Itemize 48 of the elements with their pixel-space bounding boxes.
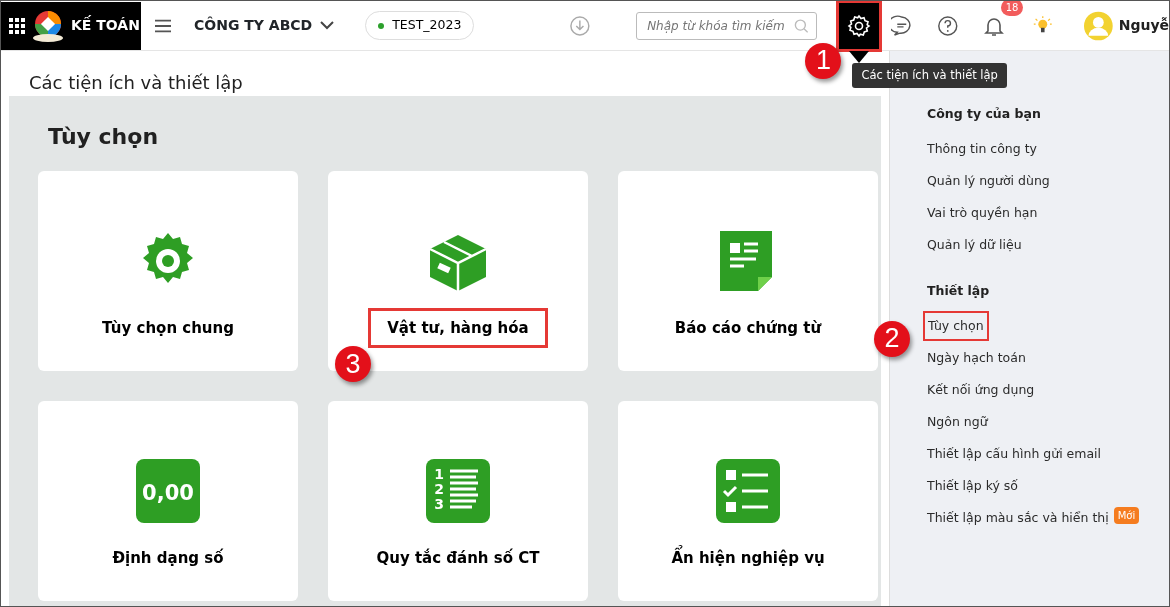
option-tile[interactable]: Ẩn hiện nghiệp vụ [618,401,878,601]
tile-label: Quy tắc đánh số CT [375,547,541,569]
panel-title: Tùy chọn [48,123,160,151]
tile-label: Báo cáo chứng từ [673,317,823,339]
sidebar-link[interactable]: Quản lý dữ liệu [927,233,1022,257]
help-icon[interactable] [936,13,959,38]
tile-label: Tùy chọn chung [101,317,235,339]
option-tile[interactable]: 1 2 3 Quy tắc đánh số CT [328,401,588,601]
app-grid-icon[interactable] [9,17,25,34]
logo-icon [31,8,65,43]
tile-label: Vật tư, hàng hóa [369,308,547,347]
callout-marker: 2 [874,320,910,357]
chevron-down-icon [320,21,335,30]
option-tile[interactable]: Tùy chọn chung [38,171,298,371]
option-tile[interactable]: Báo cáo chứng từ [618,171,878,371]
tile-label: Định dạng số [111,547,225,569]
company-dropdown[interactable]: CÔNG TY ABCD [187,14,336,37]
sidebar-link[interactable]: Kết nối ứng dụng [927,378,1035,402]
app-name: KẾ TOÁN [71,15,140,35]
menu-icon[interactable] [154,18,171,33]
sidebar-link[interactable]: Ngày hạch toán [927,346,1026,370]
sidebar-link[interactable]: Thiết lập ký số [927,474,1018,498]
sidebar-link[interactable]: Thông tin công ty [927,137,1037,161]
callout-marker: 1 [805,42,842,79]
tooltip: Các tiện ích và thiết lập [852,62,1007,88]
option-tile[interactable]: 0,00 Định dạng số [38,401,298,601]
new-badge: Mới [1113,506,1140,524]
settings-icon [847,13,872,38]
sidebar-link[interactable]: Thiết lập cấu hình gửi email [927,442,1102,466]
user-name[interactable]: Nguyễ [1118,15,1169,36]
section-heading: Thiết lập [927,281,991,300]
page-title: Các tiện ích và thiết lập [29,71,243,95]
numbered-list-icon: 1 2 3 [426,459,490,523]
tile-label: Ẩn hiện nghiệp vụ [653,538,843,577]
sidebar-link[interactable]: Quản lý người dùng [927,169,1050,193]
callout-marker: 3 [335,346,371,382]
notification-count: 18 [1000,1,1024,16]
search-icon [793,17,809,34]
search-field[interactable]: Nhập từ khóa tìm kiếm [636,11,818,40]
checklist-icon [716,459,780,523]
sidebar-link[interactable]: Vai trò quyền hạn [927,201,1038,225]
settings-button[interactable] [837,1,882,51]
chat-icon[interactable] [891,13,913,38]
sidebar-link[interactable]: Thiết lập màu sắc và hiển thị [927,506,1109,530]
database-pill[interactable]: TEST_2023 [365,11,475,40]
sidebar-link[interactable]: Ngôn ngữ [927,410,988,434]
number-format-icon: 0,00 [136,459,200,523]
section-heading: Công ty của bạn [927,105,1042,123]
